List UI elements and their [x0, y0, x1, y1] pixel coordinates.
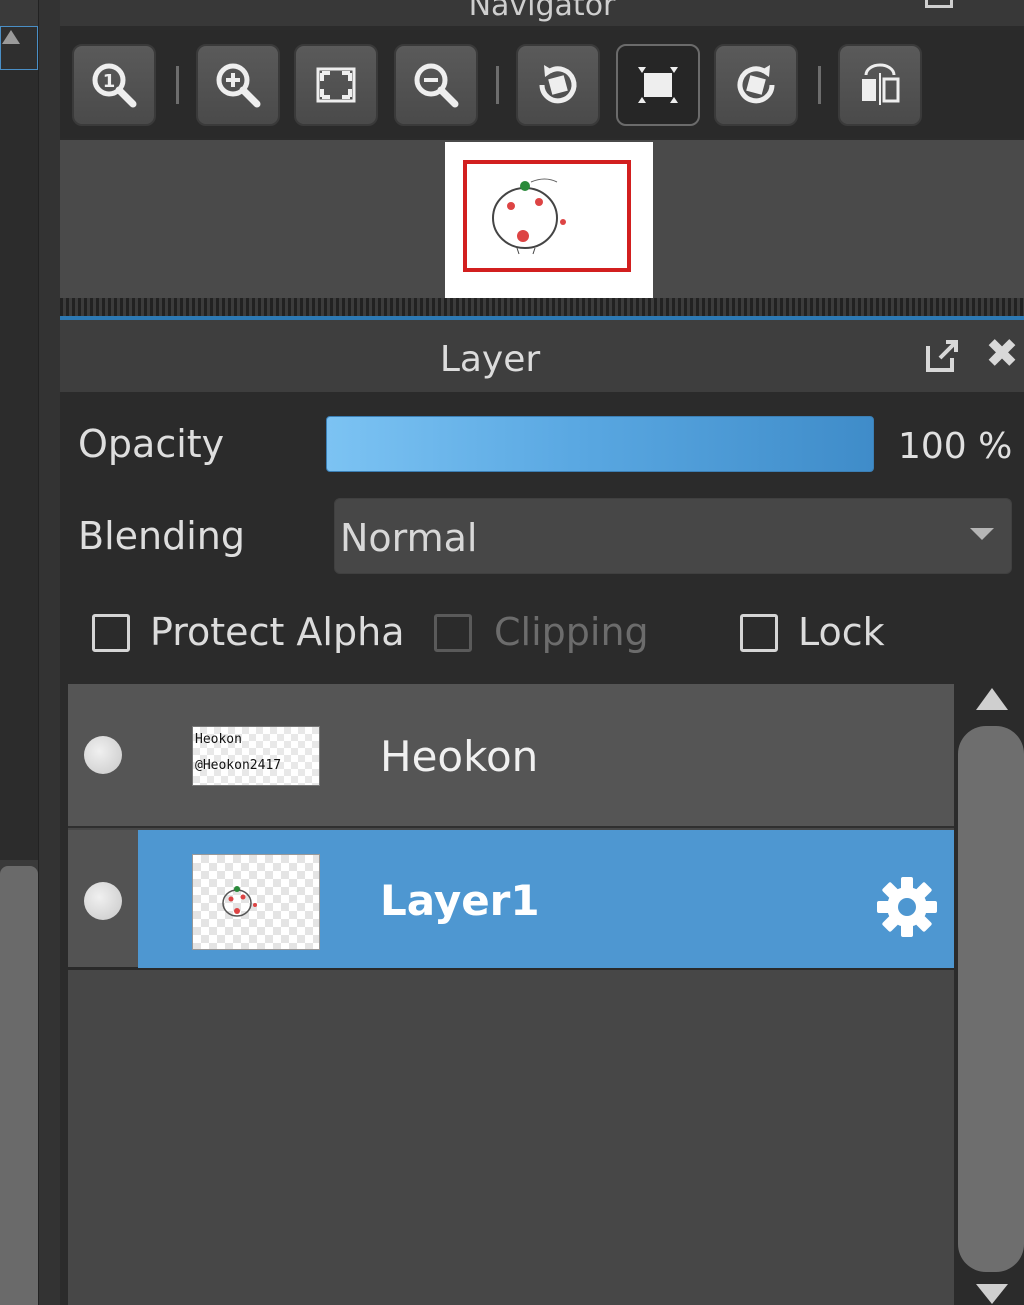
navigator-float-icon[interactable] [925, 0, 953, 8]
scroll-down-arrow-icon[interactable] [976, 1284, 1008, 1304]
opacity-label: Opacity [78, 422, 225, 466]
close-icon[interactable]: ✖ [982, 332, 1022, 376]
scroll-up-arrow-icon[interactable] [976, 688, 1008, 710]
toolbar-separator [496, 66, 499, 104]
reset-rotation-button[interactable] [616, 44, 700, 126]
protect-alpha-checkbox[interactable] [92, 614, 130, 652]
protect-alpha-label[interactable]: Protect Alpha [150, 610, 404, 654]
scroll-up-arrow-icon [2, 30, 20, 44]
lock-checkbox[interactable] [740, 614, 778, 652]
zoom-actual-size-icon: 1 [92, 63, 137, 108]
zoom-in-icon [216, 63, 261, 108]
thumbnail-text-line: @Heokon2417 [195, 758, 282, 773]
clipping-label: Clipping [494, 610, 649, 654]
reset-rotation-icon [638, 67, 678, 103]
visibility-toggle-icon[interactable] [84, 882, 122, 920]
left-scroll-area [0, 70, 38, 860]
thumbnail-text-line: Heokon [195, 732, 242, 747]
zoom-out-button[interactable] [394, 44, 478, 126]
zoom-in-button[interactable] [196, 44, 280, 126]
gear-icon[interactable] [872, 872, 942, 942]
zoom-out-icon [414, 63, 459, 108]
zoom-actual-size-button[interactable]: 1 [72, 44, 156, 126]
fit-to-window-icon [316, 67, 356, 103]
layer-thumbnail [192, 854, 320, 950]
layer-list-scrollbar-thumb[interactable] [958, 726, 1024, 1272]
rotate-right-button[interactable] [714, 44, 798, 126]
navigator-title: Navigator [468, 0, 616, 23]
flip-horizontal-button[interactable] [838, 44, 922, 126]
navigator-title-bar: Navigator [60, 0, 1024, 26]
opacity-value: 100 % [898, 426, 1013, 467]
lock-label[interactable]: Lock [798, 610, 885, 654]
popout-window-icon[interactable] [922, 336, 962, 376]
chevron-down-icon [970, 528, 994, 540]
opacity-slider[interactable] [326, 416, 874, 472]
left-scrollbar-thumb[interactable] [0, 866, 38, 1305]
rotate-left-icon [539, 65, 577, 104]
blending-label: Blending [78, 514, 245, 558]
layer-name[interactable]: Layer1 [380, 876, 540, 925]
toolbar-separator [818, 66, 821, 104]
drawing-thumbnail-icon [222, 886, 257, 917]
flip-horizontal-icon [862, 63, 900, 105]
layer-thumbnail: Heokon @Heokon2417 [192, 726, 320, 786]
clipping-checkbox [434, 614, 472, 652]
visibility-toggle-icon[interactable] [84, 736, 122, 774]
layer-panel-title: Layer [439, 339, 541, 380]
blending-mode-value: Normal [340, 516, 478, 560]
layer-name[interactable]: Heokon [380, 732, 538, 781]
toolbar-separator [176, 66, 179, 104]
rotate-right-icon [737, 65, 775, 104]
navigator-view-frame[interactable] [463, 160, 631, 272]
panel-splitter[interactable] [60, 298, 1024, 316]
rotate-left-button[interactable] [516, 44, 600, 126]
fit-to-window-button[interactable] [294, 44, 378, 126]
svg-text:1: 1 [103, 71, 116, 92]
